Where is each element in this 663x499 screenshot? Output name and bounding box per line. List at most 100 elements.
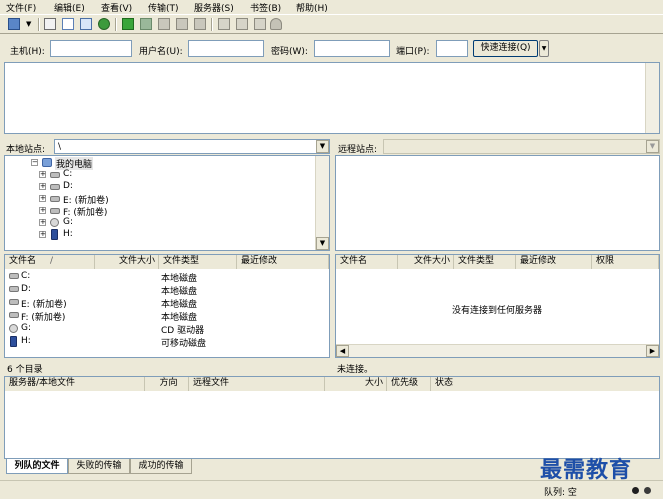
local-col-modified[interactable]: 最近修改: [237, 255, 329, 269]
sync-browse-icon[interactable]: [254, 18, 266, 30]
menu-transfer[interactable]: 传输(T): [148, 1, 179, 14]
log-scrollbar[interactable]: [645, 63, 659, 133]
reconnect-icon[interactable]: [194, 18, 206, 30]
tab-failed-transfers[interactable]: 失败的传输: [68, 459, 130, 474]
remote-col-size[interactable]: 文件大小: [398, 255, 454, 269]
local-status: 6 个目录: [7, 365, 43, 375]
remote-hscrollbar[interactable]: ◀ ▶: [336, 344, 659, 357]
toolbar: ▼: [0, 14, 663, 34]
cd-drive-icon: [9, 324, 18, 333]
toggle-log-icon[interactable]: [44, 18, 56, 30]
username-input[interactable]: [188, 40, 264, 57]
message-log: [4, 62, 660, 134]
toggle-queue-icon[interactable]: [98, 18, 110, 30]
cd-drive-icon: [50, 218, 59, 227]
recv-indicator-icon: [632, 487, 639, 494]
drive-icon: [9, 299, 19, 305]
menu-bar: 文件(F) 编辑(E) 查看(V) 传输(T) 服务器(S) 书签(B) 帮助(…: [0, 0, 663, 14]
menu-bookmarks[interactable]: 书签(B): [250, 1, 281, 14]
password-input[interactable]: [314, 40, 390, 57]
queue-header: 服务器/本地文件 方向 远程文件 大小 优先级 状态: [5, 377, 659, 391]
scroll-down-icon[interactable]: ▼: [316, 237, 329, 250]
stop-icon[interactable]: [158, 18, 170, 30]
refresh-icon[interactable]: [122, 18, 134, 30]
queue-col-size[interactable]: 大小: [325, 377, 387, 391]
send-indicator-icon: [644, 487, 651, 494]
menu-file[interactable]: 文件(F): [6, 1, 36, 14]
menu-server[interactable]: 服务器(S): [194, 1, 234, 14]
remote-col-type[interactable]: 文件类型: [454, 255, 516, 269]
disconnect-icon[interactable]: [176, 18, 188, 30]
drive-icon: [50, 196, 60, 202]
drive-icon: [9, 273, 19, 279]
remote-file-list: 文件名 文件大小 文件类型 最近修改 权限 没有连接到任何服务器 ◀ ▶: [335, 254, 660, 358]
site-manager-dropdown-icon[interactable]: ▼: [26, 18, 34, 30]
remote-col-permissions[interactable]: 权限: [592, 255, 659, 269]
drive-icon: [50, 184, 60, 190]
local-col-size[interactable]: 文件大小: [95, 255, 159, 269]
local-col-type[interactable]: 文件类型: [159, 255, 237, 269]
host-label: 主机(H):: [10, 47, 45, 57]
table-row[interactable]: F: (新加卷) 本地磁盘: [5, 309, 329, 323]
local-file-header: 文件名 / 文件大小 文件类型 最近修改: [5, 255, 329, 269]
table-row[interactable]: E: (新加卷) 本地磁盘: [5, 296, 329, 310]
remote-site-bar: 远程站点: ▼: [335, 139, 660, 155]
table-row[interactable]: G: CD 驱动器: [5, 322, 329, 336]
local-path-text: \: [58, 142, 62, 152]
host-input[interactable]: [50, 40, 132, 57]
queue-col-local-file[interactable]: 服务器/本地文件: [5, 377, 145, 391]
remote-col-filename[interactable]: 文件名: [336, 255, 398, 269]
site-manager-icon[interactable]: [8, 18, 20, 30]
compare-icon[interactable]: [236, 18, 248, 30]
quickconnect-button[interactable]: 快速连接(Q): [473, 40, 538, 57]
queue-col-status[interactable]: 状态: [431, 377, 659, 391]
drive-icon: [9, 286, 19, 292]
port-label: 端口(P):: [396, 47, 430, 57]
local-file-list: 文件名 / 文件大小 文件类型 最近修改 C: 本地磁盘 D: 本地磁盘 E: …: [4, 254, 330, 358]
table-row[interactable]: H: 可移动磁盘: [5, 335, 329, 349]
port-input[interactable]: [436, 40, 468, 57]
local-site-label: 本地站点:: [6, 145, 46, 155]
remote-path-combobox[interactable]: ▼: [383, 139, 660, 154]
scroll-right-icon[interactable]: ▶: [646, 345, 659, 357]
local-path-combobox[interactable]: \ ▼: [54, 139, 330, 154]
local-col-filename[interactable]: 文件名 /: [5, 255, 95, 269]
drive-icon: [50, 208, 60, 214]
table-row[interactable]: C: 本地磁盘: [5, 270, 329, 284]
tab-successful-transfers[interactable]: 成功的传输: [130, 459, 192, 474]
removable-drive-icon: [51, 229, 58, 240]
local-tree-scrollbar[interactable]: ▼: [315, 156, 329, 250]
drive-icon: [50, 172, 60, 178]
toggle-local-tree-icon[interactable]: [62, 18, 74, 30]
local-path-dropdown-icon[interactable]: ▼: [316, 140, 329, 153]
menu-edit[interactable]: 编辑(E): [54, 1, 85, 14]
local-tree: − 我的电脑 + C: + D: + E: (新加卷) + F: (新加卷) +…: [4, 155, 330, 251]
toggle-remote-tree-icon[interactable]: [80, 18, 92, 30]
quickconnect-bar: 主机(H): 用户名(U): 密码(W): 端口(P): 快速连接(Q) ▼: [0, 36, 663, 60]
queue-col-direction[interactable]: 方向: [145, 377, 189, 391]
remote-path-dropdown-icon[interactable]: ▼: [646, 140, 659, 153]
remote-site-label: 远程站点:: [338, 145, 378, 155]
queue-col-priority[interactable]: 优先级: [387, 377, 431, 391]
process-queue-icon[interactable]: [140, 18, 152, 30]
table-row[interactable]: D: 本地磁盘: [5, 283, 329, 297]
search-icon[interactable]: [270, 18, 282, 30]
tab-queued-files[interactable]: 列队的文件: [6, 459, 68, 474]
drive-icon: [9, 312, 19, 318]
scroll-left-icon[interactable]: ◀: [336, 345, 349, 357]
quickconnect-dropdown-button[interactable]: ▼: [539, 40, 549, 57]
sort-indicator: /: [50, 256, 54, 266]
remote-tree: [335, 155, 660, 251]
menu-view[interactable]: 查看(V): [101, 1, 132, 14]
menu-help[interactable]: 帮助(H): [296, 1, 328, 14]
queue-col-remote-file[interactable]: 远程文件: [189, 377, 325, 391]
status-bar: 队列: 空: [0, 480, 663, 499]
remote-file-header: 文件名 文件大小 文件类型 最近修改 权限: [336, 255, 659, 269]
remote-empty-message: 没有连接到任何服务器: [452, 306, 543, 316]
user-label: 用户名(U):: [139, 47, 183, 57]
transfer-queue: 服务器/本地文件 方向 远程文件 大小 优先级 状态: [4, 376, 660, 459]
queue-status: 队列: 空: [544, 488, 577, 498]
local-site-bar: 本地站点: \ ▼: [4, 139, 330, 155]
filter-icon[interactable]: [218, 18, 230, 30]
remote-col-modified[interactable]: 最近修改: [516, 255, 592, 269]
